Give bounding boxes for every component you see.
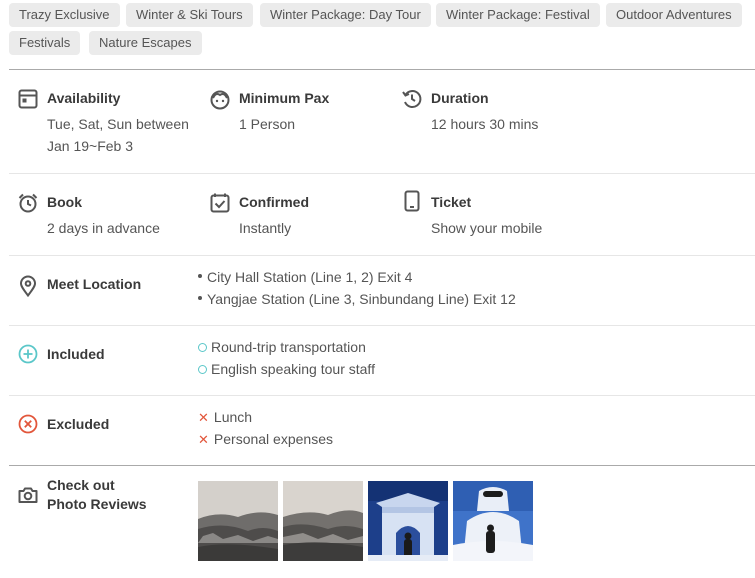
x-bullet-icon: ✕: [198, 410, 209, 425]
camera-icon: [17, 484, 39, 506]
row-divider: [9, 255, 755, 256]
confirmed-label: Confirmed: [239, 194, 309, 210]
tag-nature-escapes[interactable]: Nature Escapes: [89, 31, 202, 55]
row-divider: [9, 395, 755, 396]
circle-bullet-icon: [198, 342, 207, 352]
section-divider: [9, 465, 755, 466]
bullet-dot: [198, 274, 202, 279]
duration-value: 12 hours 30 mins: [431, 116, 539, 132]
included-item: Round-trip transportation: [198, 339, 366, 355]
meet-location-item: City Hall Station (Line 1, 2) Exit 4: [198, 269, 412, 285]
x-bullet-icon: ✕: [198, 432, 209, 447]
included-item: English speaking tour staff: [198, 361, 375, 377]
book-value: 2 days in advance: [47, 220, 160, 236]
meet-location-label: Meet Location: [47, 276, 142, 292]
book-label: Book: [47, 194, 82, 210]
photo-reviews-label-line1: Check out: [47, 477, 115, 493]
minimum-pax-value: 1 Person: [239, 116, 296, 132]
ticket-value: Show your mobile: [431, 220, 543, 236]
ticket-label: Ticket: [431, 194, 472, 210]
row-divider: [9, 325, 755, 326]
tag-trazy-exclusive[interactable]: Trazy Exclusive: [9, 3, 120, 27]
review-photo-mountain-1[interactable]: [198, 481, 278, 561]
included-label: Included: [47, 346, 105, 362]
tag-winter-package-day-tour[interactable]: Winter Package: Day Tour: [260, 3, 431, 27]
availability-label: Availability: [47, 90, 121, 106]
x-circle-icon: [17, 413, 39, 435]
tag-outdoor-adventures[interactable]: Outdoor Adventures: [606, 3, 742, 27]
excluded-text: Personal expenses: [213, 431, 333, 447]
excluded-item: ✕ Personal expenses: [198, 431, 333, 448]
review-photo-ice-gate[interactable]: [368, 481, 448, 561]
person-face-icon: [209, 88, 231, 110]
photo-reviews-label-line2: Photo Reviews: [47, 496, 147, 512]
meet-location-item: Yangjae Station (Line 3, Sinbundang Line…: [198, 291, 516, 307]
meet-location-text: Yangjae Station (Line 3, Sinbundang Line…: [207, 291, 516, 307]
review-photo-mountain-2[interactable]: [283, 481, 363, 561]
alarm-clock-icon: [17, 192, 39, 214]
bullet-dot: [198, 296, 202, 301]
circle-bullet-icon: [198, 364, 207, 374]
mobile-phone-icon: [401, 190, 423, 212]
minimum-pax-label: Minimum Pax: [239, 90, 330, 106]
tag-winter-ski-tours[interactable]: Winter & Ski Tours: [126, 3, 253, 27]
calendar-icon: [17, 88, 39, 110]
review-photo-snow-sculpture[interactable]: [453, 481, 533, 561]
excluded-text: Lunch: [213, 409, 253, 425]
excluded-item: ✕ Lunch: [198, 409, 252, 426]
section-divider: [9, 69, 755, 70]
confirmed-value: Instantly: [239, 220, 292, 236]
meet-location-text: City Hall Station (Line 1, 2) Exit 4: [207, 269, 413, 285]
row-divider: [9, 173, 755, 174]
map-pin-icon: [17, 275, 39, 297]
excluded-label: Excluded: [47, 416, 110, 432]
duration-label: Duration: [431, 90, 489, 106]
included-text: Round-trip transportation: [211, 339, 366, 355]
tag-festivals[interactable]: Festivals: [9, 31, 81, 55]
check-box-icon: [209, 192, 231, 214]
history-clock-icon: [401, 88, 423, 110]
availability-value: Tue, Sat, Sun between Jan 19~Feb 3: [47, 116, 189, 154]
included-text: English speaking tour staff: [211, 361, 375, 377]
tag-winter-package-festival[interactable]: Winter Package: Festival: [436, 3, 600, 27]
plus-circle-icon: [17, 343, 39, 365]
